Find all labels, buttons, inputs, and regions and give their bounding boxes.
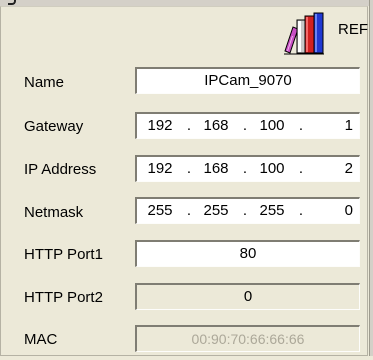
books-icon[interactable]: [284, 12, 324, 56]
gateway-octet-1[interactable]: 192: [143, 114, 177, 138]
name-value: IPCam_9070: [204, 72, 292, 89]
ip-octet-1[interactable]: 192: [143, 157, 177, 181]
netmask-octet-2[interactable]: 255: [199, 199, 233, 223]
dot-separator: .: [242, 160, 248, 177]
netmask-field[interactable]: 255 . 255 . 255 . 0: [135, 197, 360, 224]
ip-octet-3[interactable]: 100: [255, 157, 289, 181]
window-right-edge: [369, 0, 373, 360]
http-port1-value: 80: [239, 245, 257, 262]
http-port2-value: 0: [243, 288, 253, 305]
ip-octet-4[interactable]: 2: [313, 157, 353, 181]
netmask-octet-3[interactable]: 255: [255, 199, 289, 223]
netmask-octet-1[interactable]: 255: [143, 199, 177, 223]
dot-separator: .: [298, 160, 304, 177]
partial-glyph: [8, 0, 16, 5]
netmask-label: Netmask: [24, 204, 84, 221]
gateway-octet-4[interactable]: 1: [313, 114, 353, 138]
gateway-octet-2[interactable]: 168: [199, 114, 233, 138]
gateway-ip-field[interactable]: 192 . 168 . 100 . 1: [135, 112, 360, 139]
http-port1-label: HTTP Port1: [24, 246, 103, 263]
window-bottom-edge: [0, 356, 373, 360]
dot-separator: .: [186, 117, 192, 134]
dot-separator: .: [242, 202, 248, 219]
mac-label: MAC: [24, 331, 58, 348]
dot-separator: .: [298, 202, 304, 219]
device-settings-window: REF Name IPCam_9070 Gateway 192 . 168 . …: [0, 0, 373, 360]
netmask-octet-4[interactable]: 0: [313, 199, 353, 223]
ip-address-field[interactable]: 192 . 168 . 100 . 2: [135, 155, 360, 182]
dot-separator: .: [298, 117, 304, 134]
http-port2-label: HTTP Port2: [24, 289, 103, 306]
name-label: Name: [24, 74, 65, 91]
mac-value: 00:90:70:66:66:66: [191, 331, 305, 347]
dot-separator: .: [186, 202, 192, 219]
http-port2-field[interactable]: 0: [135, 283, 360, 310]
name-field[interactable]: IPCam_9070: [135, 67, 360, 94]
ip-address-label: IP Address: [24, 161, 97, 178]
gateway-octet-3[interactable]: 100: [255, 114, 289, 138]
http-port1-field[interactable]: 80: [135, 240, 360, 267]
ip-octet-2[interactable]: 168: [199, 157, 233, 181]
gateway-label: Gateway: [24, 118, 84, 135]
ref-label: REF: [338, 21, 368, 38]
mac-field: 00:90:70:66:66:66: [135, 325, 360, 352]
dot-separator: .: [242, 117, 248, 134]
dot-separator: .: [186, 160, 192, 177]
